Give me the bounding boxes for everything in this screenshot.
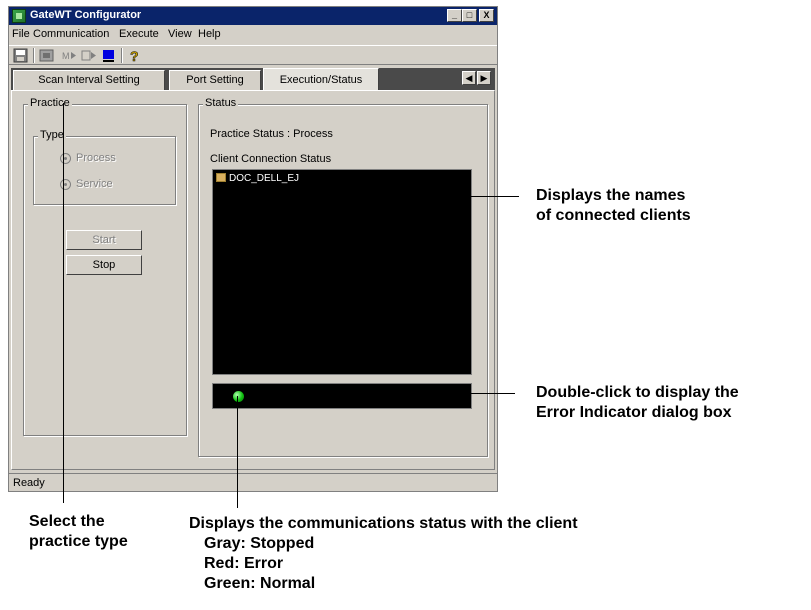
callout-line-practice [63, 103, 64, 503]
practice-group: Practice Type Process Service Start Stop [23, 97, 187, 436]
type-group-title: Type [38, 129, 66, 141]
help-icon[interactable]: ? [127, 48, 143, 65]
tab-panel: Practice Type Process Service Start Stop… [11, 90, 495, 470]
tab-scroll-right-icon[interactable]: ▶ [477, 71, 491, 85]
radio-service-label: Service [76, 178, 113, 190]
callout-line-comm [237, 396, 238, 508]
type-group: Type Process Service [33, 129, 176, 205]
radio-process[interactable] [60, 153, 71, 164]
window-title: GateWT Configurator [30, 9, 142, 21]
run-icon[interactable] [81, 48, 97, 63]
status-group-title: Status [203, 97, 239, 109]
save-icon[interactable] [13, 48, 29, 63]
status-bar-text: Ready [13, 477, 45, 489]
status-group: Status Practice Status : Process Client … [198, 97, 488, 457]
status-bar: Ready [9, 473, 497, 491]
callout-comm-line3: Red: Error [204, 555, 284, 572]
menu-file[interactable]: File [12, 28, 30, 40]
title-bar[interactable]: GateWT Configurator _ □ X [9, 7, 497, 25]
maximize-button[interactable]: □ [462, 9, 477, 22]
tab-port-setting[interactable]: Port Setting [169, 70, 261, 90]
toolbar-separator [33, 48, 35, 63]
callout-comm-line2: Gray: Stopped [204, 535, 315, 552]
client-list-item[interactable]: DOC_DELL_EJ [216, 173, 299, 184]
app-window: GateWT Configurator _ □ X File Communica… [8, 6, 498, 492]
radio-service[interactable] [60, 179, 71, 190]
menu-execute[interactable]: Execute [119, 28, 159, 40]
svg-text:M: M [62, 51, 70, 61]
callout-comm-line1: Displays the communications status with … [189, 515, 578, 532]
tab-execution-status[interactable]: Execution/Status [263, 68, 379, 91]
start-button[interactable]: Start [66, 230, 142, 250]
communication-status-bar[interactable] [212, 383, 472, 409]
practice-group-title: Practice [28, 97, 72, 109]
callout-clients-line2: of connected clients [536, 207, 691, 224]
svg-text:?: ? [130, 48, 139, 63]
client-name: DOC_DELL_EJ [229, 173, 300, 184]
tab-scroll-left-icon[interactable]: ◀ [462, 71, 476, 85]
connect-icon[interactable]: M [61, 48, 77, 63]
callout-line-clients [443, 196, 519, 197]
practice-status-text: Practice Status : Process [210, 128, 333, 140]
radio-process-label: Process [76, 152, 116, 164]
toolbar: M ? [9, 45, 497, 65]
callout-error-line1: Double-click to display the [536, 384, 739, 401]
settings-icon[interactable] [39, 48, 55, 63]
stop-icon[interactable] [101, 48, 117, 63]
callout-practice-line2: practice type [29, 533, 128, 550]
callout-error-line2: Error Indicator dialog box [536, 404, 732, 421]
menu-view[interactable]: View [168, 28, 192, 40]
tab-scan-interval-setting[interactable]: Scan Interval Setting [13, 70, 165, 90]
stop-button[interactable]: Stop [66, 255, 142, 275]
app-icon [12, 9, 26, 23]
connection-status-indicator-icon[interactable] [233, 391, 244, 402]
client-connection-label: Client Connection Status [210, 153, 332, 165]
minimize-button[interactable]: _ [447, 9, 462, 22]
callout-practice-line1: Select the [29, 513, 105, 530]
client-list[interactable]: DOC_DELL_EJ [212, 169, 472, 375]
computer-icon [216, 173, 226, 182]
toolbar-separator [121, 48, 123, 63]
callout-line-error [430, 393, 515, 394]
menu-bar: File Communication Execute View Help [9, 25, 497, 43]
callout-clients-line1: Displays the names [536, 187, 686, 204]
tab-strip: Scan Interval Setting Port Setting Execu… [11, 68, 495, 91]
menu-communication[interactable]: Communication [33, 28, 109, 40]
menu-help[interactable]: Help [198, 28, 221, 40]
close-button[interactable]: X [479, 9, 494, 22]
callout-comm-line4: Green: Normal [204, 575, 316, 592]
